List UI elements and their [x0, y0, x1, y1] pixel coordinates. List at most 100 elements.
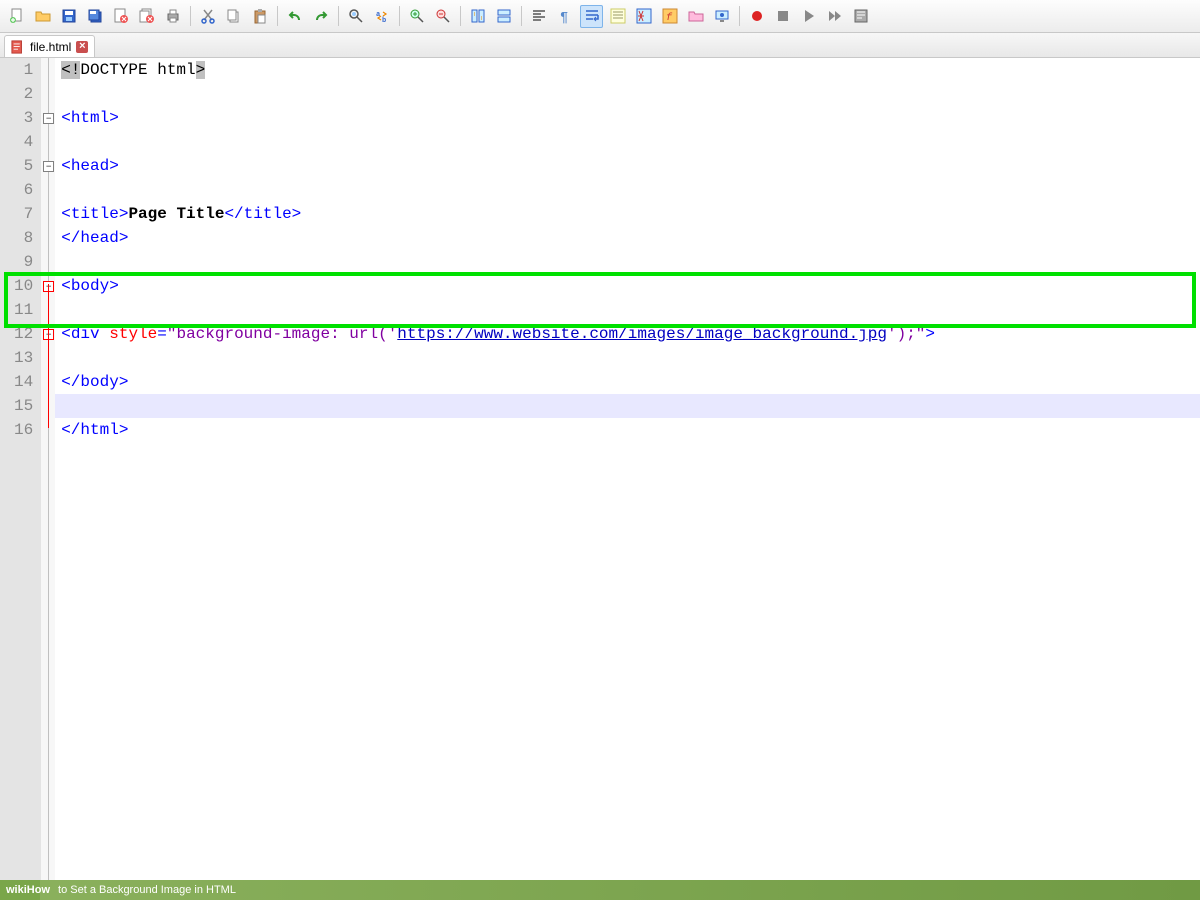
- article-title: to Set a Background Image in HTML: [56, 880, 236, 900]
- cut-icon: [200, 8, 216, 24]
- toolbar-separator: [460, 6, 461, 26]
- line-number: 6: [14, 178, 33, 202]
- token-tag: head: [71, 157, 109, 175]
- svg-text:¶: ¶: [560, 10, 568, 24]
- pilcrow-icon: ¶: [557, 8, 573, 24]
- save-all-button[interactable]: [84, 5, 106, 27]
- toolbar-separator: [521, 6, 522, 26]
- pilcrow-button[interactable]: ¶: [554, 5, 576, 27]
- code-line[interactable]: <title>Page Title</title>: [55, 202, 1200, 226]
- undo-button[interactable]: [284, 5, 306, 27]
- record-button[interactable]: [746, 5, 768, 27]
- line-number: 13: [14, 346, 33, 370]
- code-line[interactable]: [55, 82, 1200, 106]
- token-br: >: [925, 325, 935, 343]
- token-br: >: [119, 229, 129, 247]
- code-line[interactable]: [55, 346, 1200, 370]
- token-str: "background-image: url(': [167, 325, 397, 343]
- token-br: <: [61, 109, 71, 127]
- brand-label: wikiHow: [0, 880, 56, 900]
- zoom-in-button[interactable]: [406, 5, 428, 27]
- undo-icon: [287, 8, 303, 24]
- user-lang-button[interactable]: [633, 5, 655, 27]
- wordwrap-icon: [584, 8, 600, 24]
- paste-button[interactable]: [249, 5, 271, 27]
- code-line[interactable]: [55, 250, 1200, 274]
- function-list-icon: f: [662, 8, 678, 24]
- code-line[interactable]: [55, 394, 1200, 418]
- user-lang-icon: [636, 8, 652, 24]
- line-number: 4: [14, 130, 33, 154]
- fold-toggle[interactable]: [43, 161, 54, 172]
- token-br: <: [61, 277, 71, 295]
- token-br: </: [61, 229, 80, 247]
- token-attr: style: [109, 325, 157, 343]
- stop-icon: [775, 8, 791, 24]
- save-button[interactable]: [58, 5, 80, 27]
- code-editor[interactable]: 12345678910111213141516 <!DOCTYPE html><…: [0, 58, 1200, 882]
- wordwrap-button[interactable]: [580, 5, 603, 28]
- find-icon: [348, 8, 364, 24]
- line-number: 9: [14, 250, 33, 274]
- code-line[interactable]: </head>: [55, 226, 1200, 250]
- print-button[interactable]: [162, 5, 184, 27]
- svg-text:f: f: [666, 12, 673, 24]
- fast-play-button[interactable]: [824, 5, 846, 27]
- sync-v-icon: [470, 8, 486, 24]
- zoom-out-button[interactable]: [432, 5, 454, 27]
- token-br: >: [292, 205, 302, 223]
- save-macro-button[interactable]: [850, 5, 872, 27]
- align-left-button[interactable]: [528, 5, 550, 27]
- monitor-button[interactable]: [711, 5, 733, 27]
- close-button[interactable]: [110, 5, 132, 27]
- code-line[interactable]: </html>: [55, 418, 1200, 442]
- close-tab-icon[interactable]: [76, 41, 88, 53]
- save-icon: [61, 8, 77, 24]
- stop-button[interactable]: [772, 5, 794, 27]
- toolbar-separator: [399, 6, 400, 26]
- copy-button[interactable]: [223, 5, 245, 27]
- code-line[interactable]: <div style="background-image: url('https…: [55, 322, 1200, 346]
- sync-h-button[interactable]: [493, 5, 515, 27]
- line-number: 8: [14, 226, 33, 250]
- zoom-in-icon: [409, 8, 425, 24]
- fast-play-icon: [827, 8, 843, 24]
- code-area[interactable]: <!DOCTYPE html><html><head><title>Page T…: [55, 58, 1200, 882]
- line-number: 5: [14, 154, 33, 178]
- toolbar-separator: [277, 6, 278, 26]
- indent-guide-button[interactable]: [607, 5, 629, 27]
- sync-v-button[interactable]: [467, 5, 489, 27]
- token-tag: title: [244, 205, 292, 223]
- sync-h-icon: [496, 8, 512, 24]
- token-br: <: [61, 205, 71, 223]
- code-line[interactable]: [55, 298, 1200, 322]
- new-file-button[interactable]: [6, 5, 28, 27]
- line-number: 15: [14, 394, 33, 418]
- file-tab[interactable]: file.html: [4, 35, 95, 57]
- code-line[interactable]: [55, 178, 1200, 202]
- open-file-button[interactable]: [32, 5, 54, 27]
- code-line[interactable]: </body>: [55, 370, 1200, 394]
- code-line[interactable]: <body>: [55, 274, 1200, 298]
- tab-bar: file.html: [0, 33, 1200, 58]
- close-all-button[interactable]: [136, 5, 158, 27]
- record-icon: [749, 8, 765, 24]
- token-br: <: [61, 325, 71, 343]
- fold-toggle[interactable]: [43, 113, 54, 124]
- code-line[interactable]: <head>: [55, 154, 1200, 178]
- cut-button[interactable]: [197, 5, 219, 27]
- redo-button[interactable]: [310, 5, 332, 27]
- code-line[interactable]: [55, 130, 1200, 154]
- replace-button[interactable]: ab: [371, 5, 393, 27]
- line-number-gutter: 12345678910111213141516: [0, 58, 41, 882]
- paste-icon: [252, 8, 268, 24]
- code-line[interactable]: <!DOCTYPE html>: [55, 58, 1200, 82]
- code-line[interactable]: <html>: [55, 106, 1200, 130]
- play-button[interactable]: [798, 5, 820, 27]
- token-br: =: [157, 325, 167, 343]
- svg-text:b: b: [382, 17, 386, 24]
- print-icon: [165, 8, 181, 24]
- find-button[interactable]: [345, 5, 367, 27]
- function-list-button[interactable]: f: [659, 5, 681, 27]
- folder-button[interactable]: [685, 5, 707, 27]
